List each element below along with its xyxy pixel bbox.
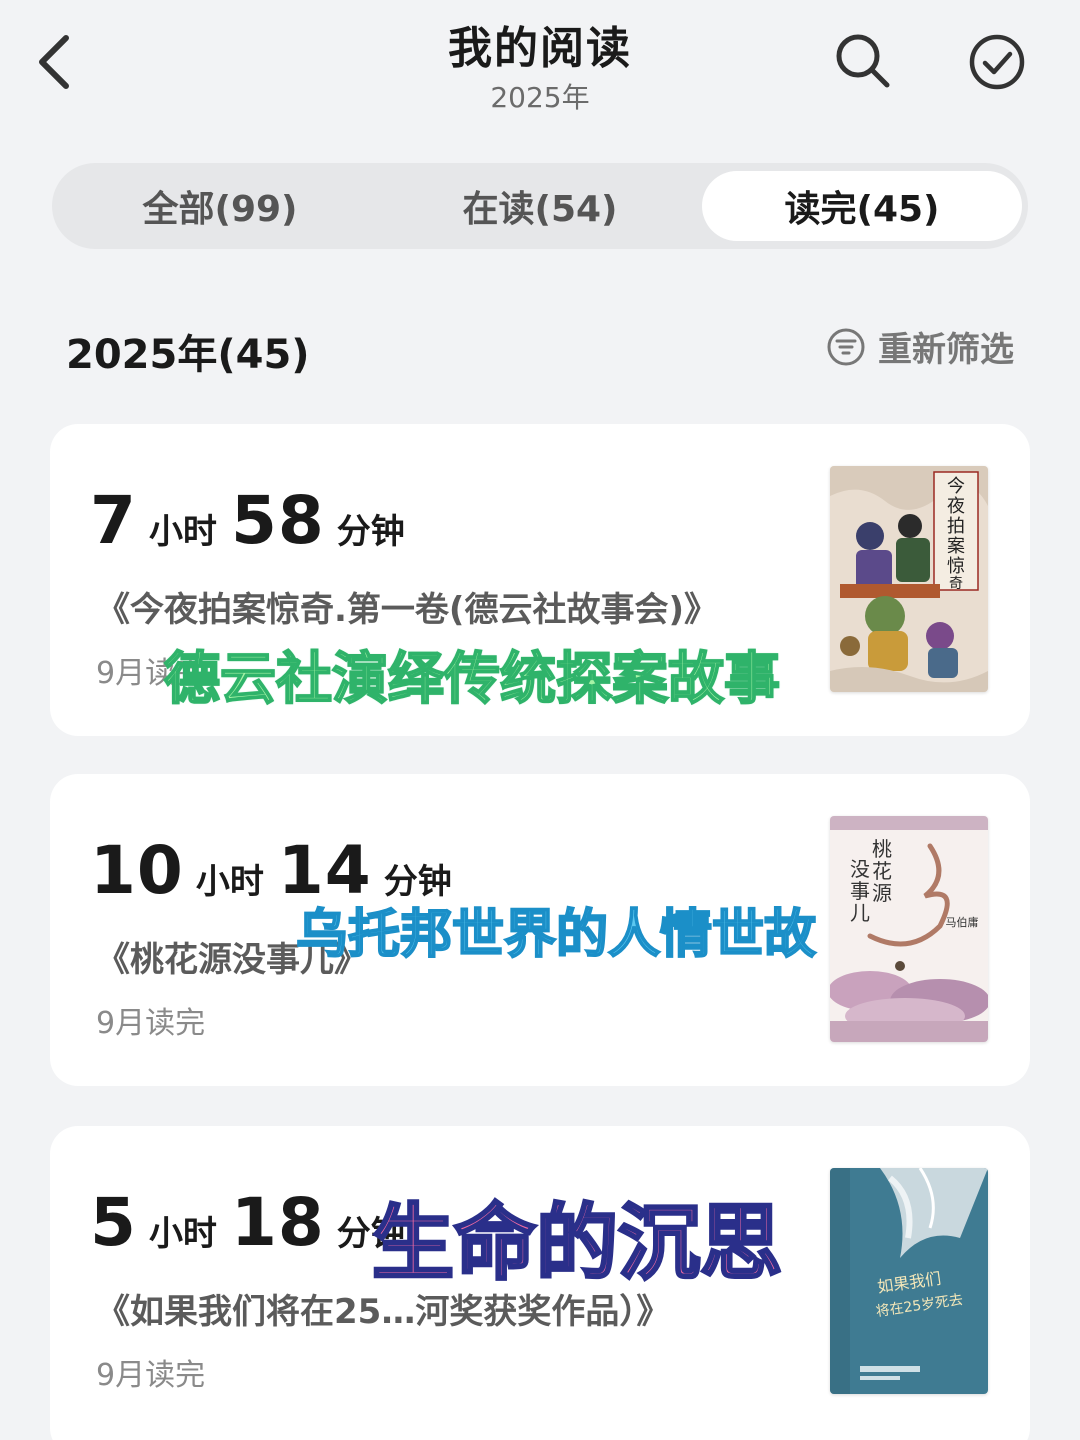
svg-text:夜: 夜 [947,496,965,517]
caption-overlay: 德云社演绎传统探案故事 [163,646,781,713]
hours-unit: 小时 [148,1214,217,1254]
svg-text:拍: 拍 [947,516,965,537]
reading-duration: 5 小时 18 分钟 [90,1184,419,1261]
svg-text:今: 今 [947,476,965,497]
svg-text:惊: 惊 [947,556,965,577]
svg-text:马伯庸: 马伯庸 [946,915,979,929]
duration-hours: 10 [90,832,184,909]
svg-text:源: 源 [872,881,892,905]
caption-overlay: 生命的沉思 [370,1195,783,1293]
svg-text:奇: 奇 [949,575,963,592]
duration-hours: 7 [90,482,137,559]
year-count-label: 2025年(45) [66,332,310,378]
book-title: 《今夜拍案惊奇.第一卷(德云社故事会)》 [96,590,718,630]
refilter-button[interactable]: 重新筛选 [826,322,1014,371]
caption-overlay: 乌托邦世界的人情世故 [295,904,817,966]
tab-all[interactable]: 全部(99) [60,171,380,241]
filter-circle-icon [827,328,865,365]
svg-text:儿: 儿 [850,901,870,925]
hours-unit: 小时 [148,512,217,552]
refilter-label: 重新筛选 [878,330,1014,370]
finish-date: 9月读完 [96,1006,206,1041]
reading-duration: 7 小时 58 分钟 [90,482,419,559]
svg-text:事: 事 [850,879,870,903]
select-button[interactable] [965,30,1029,94]
finish-date: 9月读完 [96,1358,206,1393]
cover-art: 如果我们 将在25岁死去 [830,1168,988,1394]
hours-unit: 小时 [195,862,264,902]
tab-finished[interactable]: 读完(45) [702,171,1022,241]
svg-text:案: 案 [947,536,965,557]
book-cover[interactable]: 今 夜 拍 案 惊 奇 [830,466,988,692]
page-subtitle: 2025年 [490,81,590,114]
page-title: 我的阅读 [448,23,632,74]
tab-reading[interactable]: 在读(54) [380,171,700,241]
check-circle-icon [969,34,1025,90]
cover-art: 桃 花 源 没 事 儿 马伯庸 [830,816,988,1042]
duration-minutes: 58 [230,482,325,559]
search-icon [836,34,890,88]
top-bar: 我的阅读 2025年 [0,0,1080,130]
search-button[interactable] [830,28,894,92]
status-tabs: 全部(99) 在读(54) 读完(45) [52,163,1028,249]
duration-minutes: 18 [230,1184,325,1261]
cover-art: 今 夜 拍 案 惊 奇 [830,466,988,692]
book-cover[interactable]: 桃 花 源 没 事 儿 马伯庸 [830,816,988,1042]
svg-text:花: 花 [872,859,892,883]
svg-text:桃: 桃 [872,837,892,861]
svg-text:没: 没 [850,857,870,881]
minutes-unit: 分钟 [336,512,405,552]
book-cover[interactable]: 如果我们 将在25岁死去 [830,1168,988,1394]
reading-page: 我的阅读 2025年 全部(99) 在读(54) 读完(45) 2025年(45… [0,0,1080,1440]
duration-hours: 5 [90,1184,137,1261]
